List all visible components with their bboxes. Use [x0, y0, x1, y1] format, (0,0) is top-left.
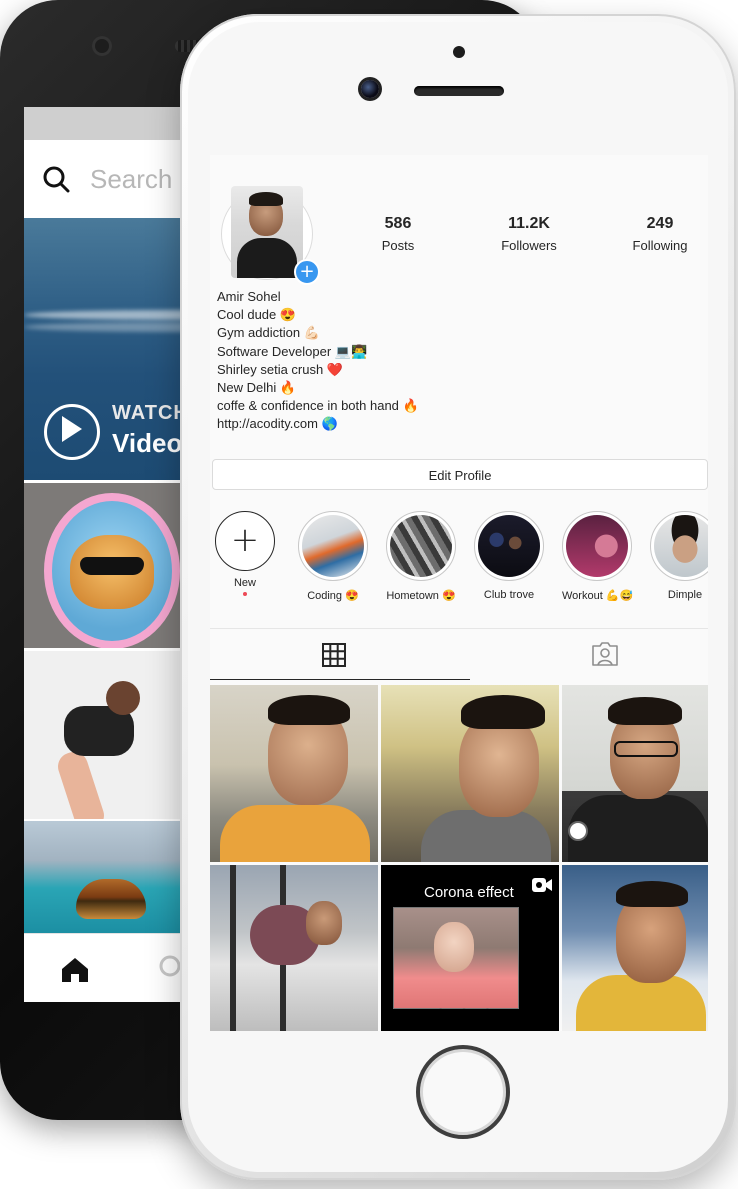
- dog-head: [106, 681, 140, 715]
- active-tab-indicator: [210, 679, 470, 680]
- highlight-ring: [562, 511, 632, 581]
- highlight-cover-image: [390, 515, 452, 577]
- highlight-cover-image: [302, 515, 364, 577]
- shirt: [421, 810, 551, 862]
- highlight-label: New: [233, 577, 256, 589]
- post-thumbnail[interactable]: [210, 685, 378, 862]
- tagged-person-icon: [592, 642, 618, 666]
- edit-profile-button[interactable]: Edit Profile: [212, 459, 708, 490]
- avatar-shirt: [237, 238, 297, 278]
- tab-tagged[interactable]: [470, 629, 708, 681]
- following-count[interactable]: 249 Following: [605, 215, 708, 253]
- post-thumbnail[interactable]: Corona effect 😂😂😂: [381, 865, 559, 1031]
- add-story-plus-icon[interactable]: +: [294, 259, 320, 285]
- highlight-cover-image: [478, 515, 540, 577]
- following-count-value: 249: [646, 215, 674, 232]
- followers-count-value: 11.2K: [508, 215, 550, 232]
- profile-bio: Amir Sohel Cool dude 😍 Gym addiction 💪🏻 …: [217, 288, 697, 434]
- play-icon: [62, 416, 82, 442]
- watch-label: WATCH: [112, 402, 189, 424]
- shirt: [568, 795, 708, 862]
- bio-line: Software Developer 💻👨‍💻: [217, 343, 368, 359]
- hair: [461, 695, 545, 729]
- earpiece-speaker: [414, 86, 504, 96]
- post-thumbnail[interactable]: [381, 685, 559, 862]
- highlight-label: Coding 😍: [307, 590, 359, 602]
- post-caption: Corona effect: [424, 884, 514, 901]
- search-icon: [43, 166, 70, 193]
- emoji-reaction: 😂😂😂: [429, 1006, 500, 1030]
- bio-line: coffe & confidence in both hand 🔥: [217, 398, 419, 414]
- tab-grid[interactable]: [210, 629, 470, 681]
- hair: [268, 695, 350, 725]
- highlight-dimple[interactable]: Dimple: [650, 511, 708, 601]
- hair: [608, 697, 682, 725]
- highlight-label: Workout 💪😅: [562, 590, 634, 602]
- record-button-icon: [568, 821, 588, 841]
- highlight-label: Hometown 😍: [386, 590, 456, 602]
- search-placeholder: Search: [90, 164, 173, 194]
- highlight-workout[interactable]: Workout 💪😅: [562, 511, 634, 602]
- highlight-ring: [386, 511, 456, 581]
- back-phone-front-camera: [92, 36, 112, 56]
- video-label: Video: [112, 428, 183, 458]
- profile-name: Amir Sohel: [217, 289, 281, 304]
- highlight-club-trove[interactable]: Club trove: [474, 511, 544, 601]
- glasses: [614, 741, 678, 757]
- highlight-ring: [474, 511, 544, 581]
- hair: [616, 881, 688, 907]
- arm: [54, 748, 108, 819]
- followers-count[interactable]: 11.2K Followers: [474, 215, 584, 253]
- home-button[interactable]: [416, 1045, 510, 1139]
- highlight-cover-image: [566, 515, 628, 577]
- burger: [76, 879, 146, 919]
- face: [306, 901, 342, 945]
- highlight-cover-image: [654, 515, 708, 577]
- gym-bar: [230, 865, 236, 1031]
- front-camera: [361, 80, 379, 98]
- post-thumbnail[interactable]: [562, 685, 708, 862]
- embedded-video-frame: [393, 907, 519, 1009]
- highlight-coding[interactable]: Coding 😍: [298, 511, 368, 602]
- face: [434, 922, 474, 972]
- bio-line: Gym addiction 💪🏻: [217, 325, 320, 341]
- bio-link[interactable]: http://acodity.com 🌎: [217, 415, 697, 433]
- avatar-hair: [249, 192, 283, 206]
- post-thumbnail[interactable]: [562, 865, 708, 1031]
- following-count-label: Following: [632, 238, 688, 253]
- highlight-hometown[interactable]: Hometown 😍: [386, 511, 456, 602]
- posts-count[interactable]: 586 Posts: [343, 215, 453, 253]
- home-icon[interactable]: [60, 957, 90, 983]
- profile-screen: + 586 Posts 11.2K Followers 249 Followin…: [210, 155, 708, 1031]
- grid-icon: [322, 643, 346, 667]
- bio-line: New Delhi 🔥: [217, 379, 297, 395]
- followers-count-label: Followers: [501, 238, 557, 253]
- plus-icon: +: [215, 511, 275, 571]
- proximity-sensor: [453, 46, 465, 58]
- highlight-label: Dimple: [667, 589, 703, 601]
- bio-line: Shirley setia crush ❤️: [217, 361, 344, 377]
- shirt: [576, 975, 706, 1031]
- sunglasses: [80, 557, 144, 575]
- highlight-ring: [650, 511, 708, 581]
- video-camera-icon: [532, 878, 552, 892]
- shirt: [220, 805, 370, 862]
- avatar[interactable]: [231, 186, 303, 278]
- posts-count-label: Posts: [381, 238, 415, 253]
- bio-line: Cool dude 😍: [217, 307, 297, 323]
- highlight-label: Club trove: [483, 589, 535, 601]
- post-thumbnail[interactable]: [210, 865, 378, 1031]
- posts-count-value: 586: [384, 215, 412, 232]
- highlight-ring: [298, 511, 368, 581]
- highlight-new[interactable]: + New: [210, 511, 280, 596]
- new-indicator-dot: [243, 592, 247, 596]
